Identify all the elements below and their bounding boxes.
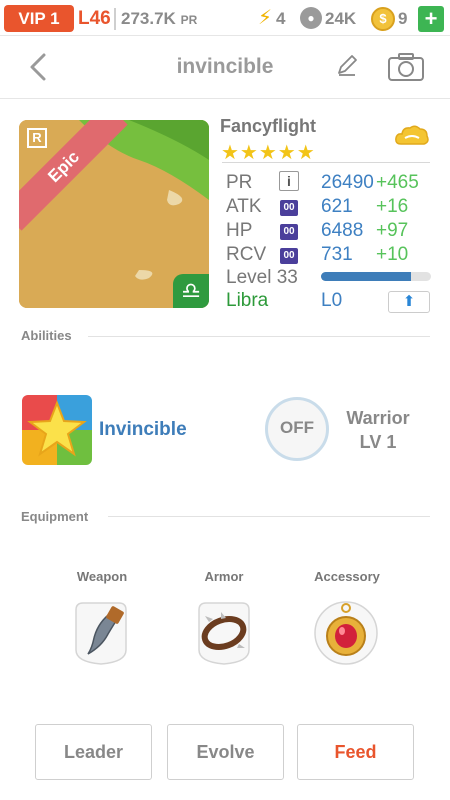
- pet-card-image[interactable]: Epic R ♎: [19, 120, 209, 308]
- level-progress-fill: [321, 272, 412, 281]
- stat-badge-hp: 00: [280, 224, 298, 240]
- player-pr: 273.7K PR: [121, 5, 197, 34]
- leader-button[interactable]: Leader: [35, 724, 152, 780]
- skill-off-label: OFF: [280, 418, 314, 437]
- pet-name: Fancyflight: [220, 116, 317, 136]
- warrior-title: Warrior: [346, 408, 410, 428]
- stat-label-hp: HP: [226, 220, 253, 241]
- edit-pencil-icon[interactable]: [334, 53, 360, 79]
- player-pr-unit: PR: [180, 13, 198, 27]
- add-currency-button[interactable]: +: [418, 6, 444, 32]
- feed-button[interactable]: Feed: [297, 724, 414, 780]
- stat-bonus-rcv: +10: [376, 244, 409, 265]
- libra-sign-icon: ♎: [173, 274, 209, 308]
- armor-label: Armor: [204, 569, 244, 584]
- vip-badge[interactable]: VIP 1: [4, 5, 74, 32]
- paw-food-icon: ●: [300, 7, 322, 29]
- stat-value-atk: 621: [321, 196, 353, 217]
- camera-icon[interactable]: [387, 52, 425, 82]
- stat-value-pr: 26490: [321, 172, 374, 193]
- accessory-amulet-icon[interactable]: [313, 600, 379, 666]
- armor-collar-icon[interactable]: [191, 600, 257, 666]
- gold-coin-icon: $: [371, 7, 395, 31]
- accessory-label: Accessory: [314, 569, 380, 584]
- header: invincible: [0, 37, 450, 99]
- stat-value-rcv: 731: [321, 244, 353, 265]
- food-count: 24K: [325, 9, 357, 28]
- pet-level-label: Level 33: [226, 267, 298, 288]
- abilities-divider: [88, 336, 430, 337]
- warrior-level: LV 1: [359, 432, 397, 452]
- equipment-heading: Equipment: [21, 509, 89, 524]
- equipment-divider: [108, 516, 430, 517]
- upgrade-arrow-button[interactable]: ⬆: [388, 291, 430, 313]
- evolve-button[interactable]: Evolve: [167, 724, 284, 780]
- ability-name[interactable]: Invincible: [99, 419, 187, 441]
- level-progress-bar: [321, 272, 431, 281]
- page-title: invincible: [176, 55, 274, 78]
- abilities-heading: Abilities: [21, 328, 72, 343]
- stat-label-pr: PR: [226, 172, 253, 193]
- zodiac-level: L0: [321, 290, 343, 311]
- stat-badge-rcv: 00: [280, 248, 298, 264]
- weapon-claw-icon[interactable]: [68, 600, 134, 666]
- status-bar: VIP 1 L46 273.7K PR ⚡ 4 ● 24K $ 9 +: [0, 0, 450, 36]
- rarity-letter-badge: R: [27, 128, 47, 148]
- stats-divider: [222, 162, 430, 163]
- stat-label-atk: ATK: [226, 196, 262, 217]
- stat-badge-atk: 00: [280, 200, 298, 216]
- zodiac-sign: Libra: [226, 290, 269, 311]
- warrior-skill: Warrior LV 1: [335, 406, 421, 454]
- info-icon[interactable]: i: [279, 171, 299, 191]
- stat-value-hp: 6488: [321, 220, 364, 241]
- status-divider: [114, 8, 116, 30]
- stat-bonus-pr: +465: [376, 172, 419, 193]
- cloud-badge-icon[interactable]: [393, 122, 431, 152]
- energy-count: 4: [276, 9, 286, 28]
- stat-bonus-atk: +16: [376, 196, 409, 217]
- player-pr-value: 273.7K: [121, 9, 176, 28]
- energy-icon: ⚡: [258, 7, 273, 29]
- stat-label-rcv: RCV: [226, 244, 267, 265]
- stat-bonus-hp: +97: [376, 220, 409, 241]
- invincible-star-icon[interactable]: [22, 395, 92, 465]
- player-level: L46: [78, 8, 111, 29]
- gold-count: 9: [398, 9, 408, 28]
- weapon-label: Weapon: [76, 569, 128, 584]
